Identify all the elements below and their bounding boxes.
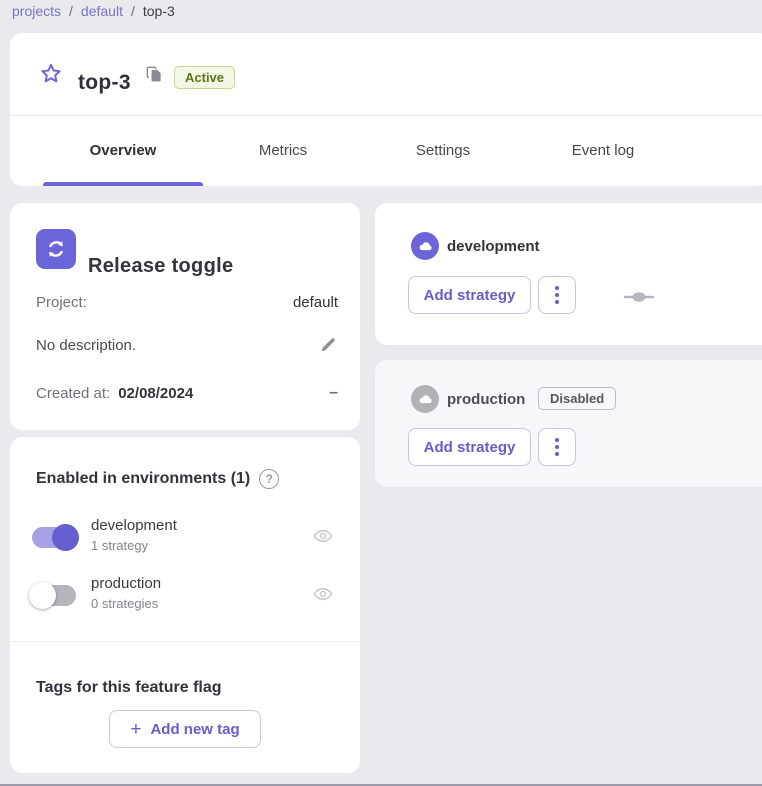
breadcrumb-current: top-3 xyxy=(143,3,175,19)
breadcrumb: projects / default / top-3 xyxy=(12,3,175,19)
page-title: top-3 xyxy=(78,71,131,95)
add-new-tag-label: Add new tag xyxy=(150,721,239,738)
eye-icon[interactable] xyxy=(312,583,334,605)
feature-flag-page: projects / default / top-3 top-3 Active … xyxy=(0,0,762,786)
environment-panel-name: production xyxy=(447,391,525,408)
tab-overview[interactable]: Overview xyxy=(43,115,203,186)
flag-details-card: Release toggle Project: default No descr… xyxy=(10,203,360,430)
environments-title-row: Enabled in environments (1) ? xyxy=(36,469,279,489)
tab-metrics[interactable]: Metrics xyxy=(203,115,363,186)
tags-title: Tags for this feature flag xyxy=(36,679,222,697)
description-text: No description. xyxy=(36,337,136,354)
add-strategy-button[interactable]: Add strategy xyxy=(408,276,531,314)
production-environment-panel: production Disabled Add strategy xyxy=(375,360,762,487)
pencil-icon[interactable] xyxy=(318,335,338,355)
plus-icon: + xyxy=(130,720,141,739)
breadcrumb-separator: / xyxy=(69,3,73,19)
project-value: default xyxy=(293,294,338,311)
tab-settings[interactable]: Settings xyxy=(363,115,523,186)
flag-type-label: Release toggle xyxy=(88,255,233,278)
environment-panel-name: development xyxy=(447,238,540,255)
copy-icon[interactable] xyxy=(144,64,164,84)
environment-name: development xyxy=(91,517,177,534)
cloud-icon xyxy=(411,385,439,413)
breadcrumb-projects[interactable]: projects xyxy=(12,3,61,19)
environment-name: production xyxy=(91,575,161,592)
created-value: 02/08/2024 xyxy=(118,385,193,402)
flag-header-card: top-3 Active Overview Metrics Settings E… xyxy=(10,33,762,186)
tab-event-log[interactable]: Event log xyxy=(523,115,683,186)
kebab-menu-icon[interactable] xyxy=(538,276,576,314)
created-label: Created at: xyxy=(36,385,110,402)
strategy-count: 0 strategies xyxy=(91,596,158,611)
development-toggle[interactable] xyxy=(32,527,76,548)
development-environment-panel: development Add strategy xyxy=(375,203,762,345)
minus-icon: – xyxy=(329,384,338,402)
environment-row-development: development 1 strategy xyxy=(30,517,340,563)
help-icon[interactable]: ? xyxy=(259,469,279,489)
project-row: Project: default xyxy=(36,294,338,311)
environments-title: Enabled in environments (1) xyxy=(36,470,250,488)
cloud-icon xyxy=(411,232,439,260)
eye-icon[interactable] xyxy=(312,525,334,547)
favorite-star-icon[interactable] xyxy=(38,61,64,87)
active-tab-indicator xyxy=(43,182,203,186)
description-row: No description. xyxy=(36,335,338,355)
card-divider xyxy=(10,641,360,642)
production-toggle[interactable] xyxy=(32,585,76,606)
add-new-tag-button[interactable]: + Add new tag xyxy=(109,710,261,748)
created-row: Created at: 02/08/2024 – xyxy=(36,384,338,402)
strategy-count: 1 strategy xyxy=(91,538,148,553)
production-actions: Add strategy xyxy=(408,428,762,466)
environments-card: Enabled in environments (1) ? developmen… xyxy=(10,437,360,773)
flag-tabs: Overview Metrics Settings Event log xyxy=(10,115,762,186)
development-actions: Add strategy xyxy=(408,276,762,314)
disabled-badge: Disabled xyxy=(538,387,616,410)
release-toggle-cycle-icon xyxy=(36,229,76,269)
breadcrumb-separator: / xyxy=(131,3,135,19)
project-label: Project: xyxy=(36,294,87,311)
status-badge: Active xyxy=(174,66,235,89)
kebab-menu-icon[interactable] xyxy=(538,428,576,466)
breadcrumb-default[interactable]: default xyxy=(81,3,123,19)
add-strategy-button[interactable]: Add strategy xyxy=(408,428,531,466)
flag-title-row: top-3 Active xyxy=(10,33,762,116)
environment-row-production: production 0 strategies xyxy=(30,575,340,621)
strategy-indicator-icon xyxy=(623,290,655,308)
